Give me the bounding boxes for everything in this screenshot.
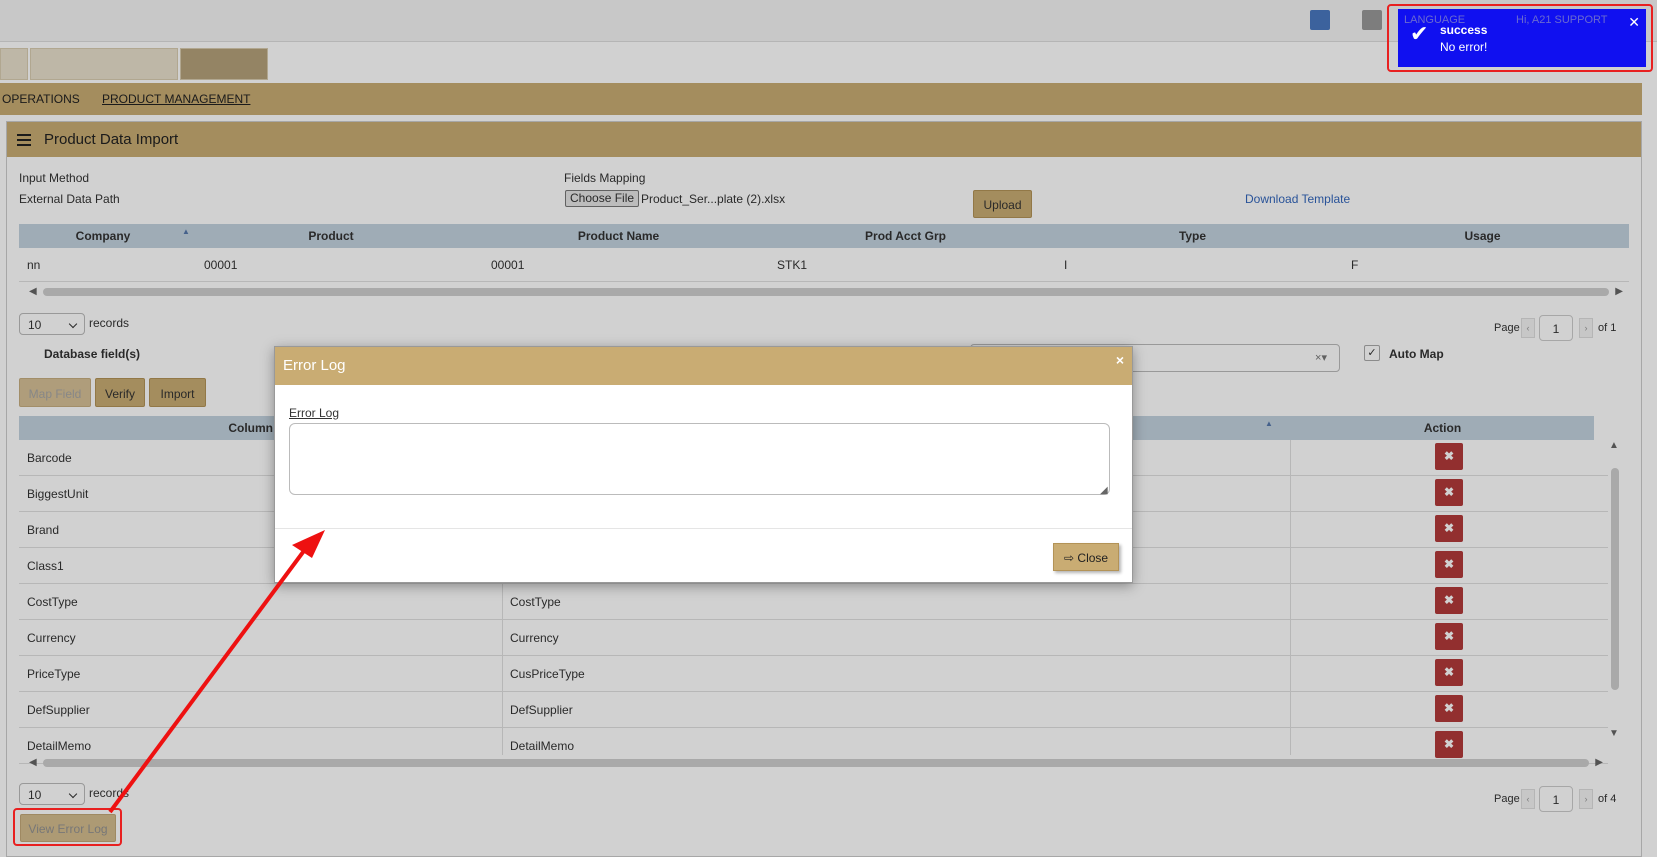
toast-title: success	[1440, 23, 1488, 37]
modal-divider	[275, 528, 1132, 529]
user-greeting[interactable]: Hi, A21 SUPPORT	[1516, 14, 1608, 26]
toast-close-icon[interactable]: ✕	[1628, 14, 1640, 31]
modal-header: Error Log ×	[275, 347, 1132, 385]
modal-title: Error Log	[283, 357, 346, 374]
exit-icon: ⇨	[1064, 551, 1075, 565]
close-button-label: Close	[1077, 551, 1109, 565]
error-log-label: Error Log	[289, 406, 340, 420]
close-button[interactable]: ⇨ Close	[1053, 543, 1119, 571]
modal-close-icon[interactable]: ×	[1116, 352, 1124, 368]
error-log-modal: Error Log × Error Log ◢ ⇨ Close	[274, 346, 1133, 583]
error-log-textarea[interactable]	[289, 423, 1110, 495]
success-toast: ✔ LANGUAGE Hi, A21 SUPPORT success No er…	[1398, 9, 1646, 67]
resize-handle-icon[interactable]: ◢	[1100, 485, 1108, 496]
highlight-box	[13, 808, 122, 846]
toast-message: No error!	[1440, 40, 1488, 54]
